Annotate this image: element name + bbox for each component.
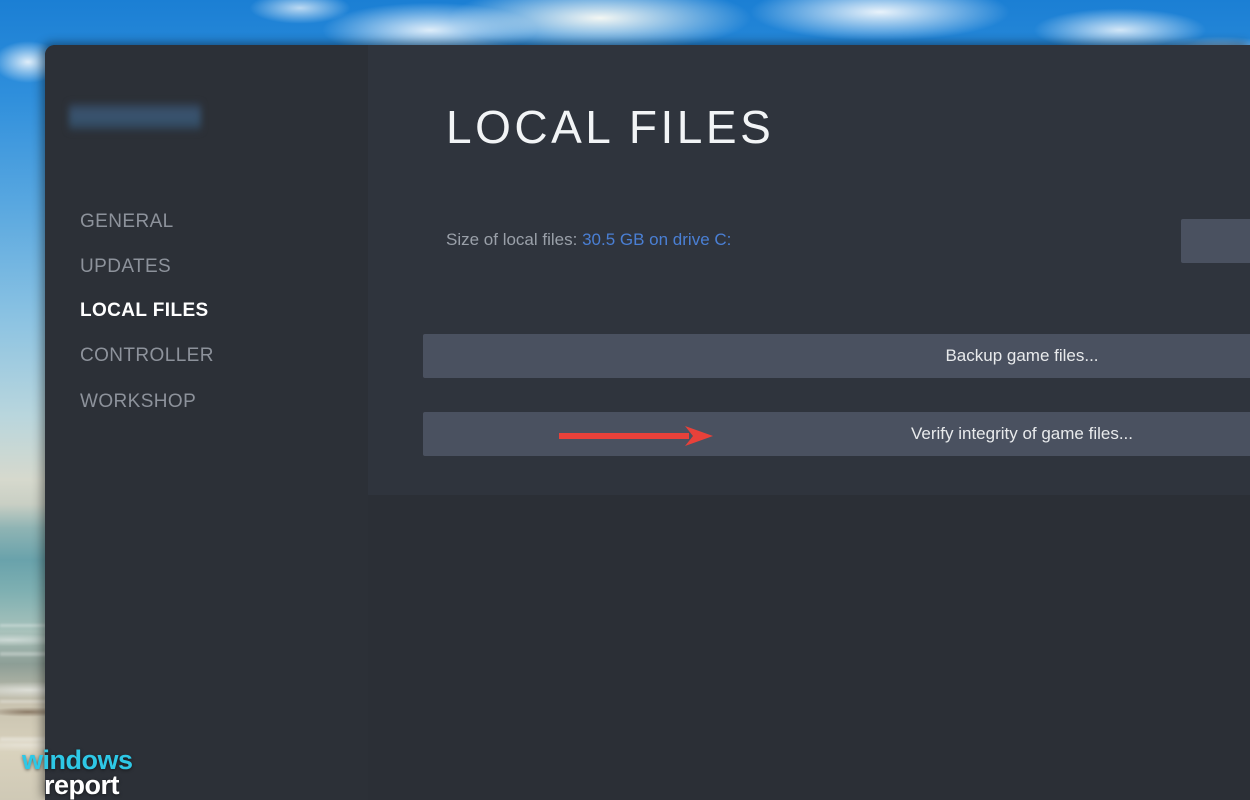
surf-line bbox=[0, 624, 46, 627]
size-of-local-files-value: 30.5 GB on drive C: bbox=[582, 230, 732, 249]
sidebar-item-general[interactable]: GENERAL bbox=[80, 211, 174, 233]
properties-sidebar: GENERAL UPDATES LOCAL FILES CONTROLLER W… bbox=[45, 45, 368, 800]
sidebar-item-workshop[interactable]: WORKSHOP bbox=[80, 391, 196, 413]
sidebar-item-updates[interactable]: UPDATES bbox=[80, 256, 171, 278]
steam-game-properties-window: GENERAL UPDATES LOCAL FILES CONTROLLER W… bbox=[45, 45, 1250, 800]
local-files-size-row: Size of local files: 30.5 GB on drive C: bbox=[446, 230, 731, 250]
surf-line bbox=[0, 700, 46, 703]
local-files-panel: LOCAL FILES Size of local files: 30.5 GB… bbox=[368, 45, 1250, 495]
sidebar-item-local-files[interactable]: LOCAL FILES bbox=[80, 300, 209, 322]
browse-button[interactable]: Browse... bbox=[1181, 219, 1250, 263]
game-title-redacted-label bbox=[69, 103, 201, 131]
watermark-line-report: report bbox=[44, 769, 120, 800]
surf-line bbox=[0, 737, 46, 741]
page-title: LOCAL FILES bbox=[446, 101, 775, 153]
sidebar-item-controller[interactable]: CONTROLLER bbox=[80, 345, 214, 367]
backup-game-files-button[interactable]: Backup game files... bbox=[423, 334, 1250, 378]
size-of-local-files-label: Size of local files: bbox=[446, 230, 578, 249]
windows-report-watermark: windows report bbox=[22, 747, 133, 800]
surf-line bbox=[0, 652, 46, 656]
verify-integrity-of-game-files-button[interactable]: Verify integrity of game files... bbox=[423, 412, 1250, 456]
